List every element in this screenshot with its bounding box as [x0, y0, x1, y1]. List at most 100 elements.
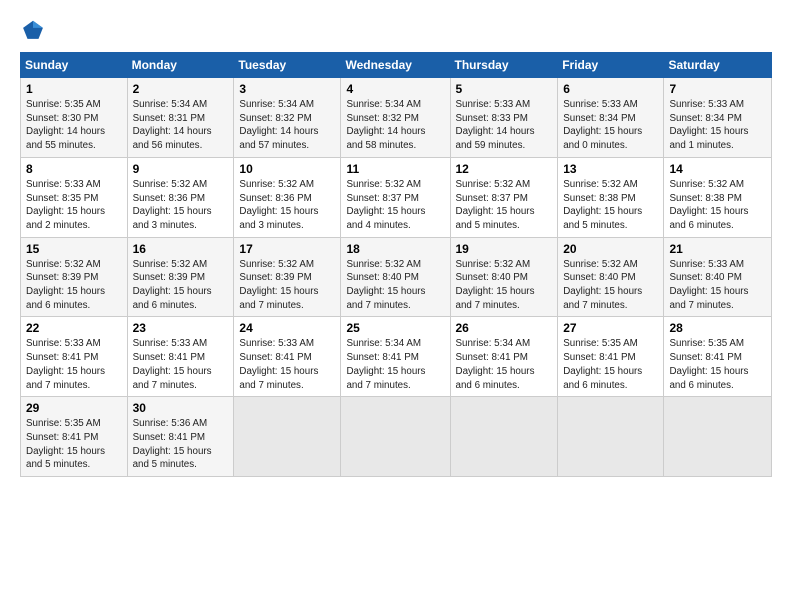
day-number: 15: [26, 242, 122, 256]
day-number: 19: [456, 242, 553, 256]
day-number: 24: [239, 321, 335, 335]
calendar-week-row: 29 Sunrise: 5:35 AMSunset: 8:41 PMDayligh…: [21, 397, 772, 477]
day-number: 18: [346, 242, 444, 256]
day-info: Sunrise: 5:35 AMSunset: 8:41 PMDaylight:…: [563, 337, 658, 392]
table-row: 24 Sunrise: 5:33 AMSunset: 8:41 PMDayligh…: [234, 317, 341, 397]
table-row: 26 Sunrise: 5:34 AMSunset: 8:41 PMDayligh…: [450, 317, 558, 397]
day-info: Sunrise: 5:33 AMSunset: 8:34 PMDaylight:…: [669, 98, 766, 153]
day-info: Sunrise: 5:32 AMSunset: 8:39 PMDaylight:…: [239, 258, 335, 313]
table-row: 8 Sunrise: 5:33 AMSunset: 8:35 PMDaylight…: [21, 157, 128, 237]
day-info: Sunrise: 5:32 AMSunset: 8:39 PMDaylight:…: [26, 258, 122, 313]
col-thursday: Thursday: [450, 53, 558, 78]
table-row: 12 Sunrise: 5:32 AMSunset: 8:37 PMDayligh…: [450, 157, 558, 237]
day-info: Sunrise: 5:33 AMSunset: 8:41 PMDaylight:…: [26, 337, 122, 392]
col-saturday: Saturday: [664, 53, 772, 78]
table-row: 3Sunrise: 5:34 AMSunset: 8:32 PMDaylight…: [234, 78, 341, 158]
day-info: Sunrise: 5:35 AMSunset: 8:41 PMDaylight:…: [669, 337, 766, 392]
day-info: Sunrise: 5:33 AMSunset: 8:41 PMDaylight:…: [133, 337, 229, 392]
table-row: 28 Sunrise: 5:35 AMSunset: 8:41 PMDayligh…: [664, 317, 772, 397]
day-number: 21: [669, 242, 766, 256]
day-number: 5: [456, 82, 553, 96]
day-info: Sunrise: 5:34 AMSunset: 8:41 PMDaylight:…: [456, 337, 553, 392]
day-info: Sunrise: 5:32 AMSunset: 8:36 PMDaylight:…: [133, 178, 229, 233]
table-row: 30 Sunrise: 5:36 AMSunset: 8:41 PMDayligh…: [127, 397, 234, 477]
day-info: Sunrise: 5:32 AMSunset: 8:40 PMDaylight:…: [346, 258, 444, 313]
day-number: 25: [346, 321, 444, 335]
day-number: 16: [133, 242, 229, 256]
calendar-week-row: 15 Sunrise: 5:32 AMSunset: 8:39 PMDayligh…: [21, 237, 772, 317]
day-number: 9: [133, 162, 229, 176]
day-number: 23: [133, 321, 229, 335]
day-number: 28: [669, 321, 766, 335]
day-info: Sunrise: 5:32 AMSunset: 8:37 PMDaylight:…: [456, 178, 553, 233]
day-number: 29: [26, 401, 122, 415]
col-wednesday: Wednesday: [341, 53, 450, 78]
day-number: 26: [456, 321, 553, 335]
calendar-week-row: 8 Sunrise: 5:33 AMSunset: 8:35 PMDaylight…: [21, 157, 772, 237]
table-row: [234, 397, 341, 477]
day-number: 8: [26, 162, 122, 176]
table-row: 21Sunrise: 5:33 AMSunset: 8:40 PMDayligh…: [664, 237, 772, 317]
table-row: 10 Sunrise: 5:32 AMSunset: 8:36 PMDayligh…: [234, 157, 341, 237]
table-row: 14 Sunrise: 5:32 AMSunset: 8:38 PMDayligh…: [664, 157, 772, 237]
day-number: 30: [133, 401, 229, 415]
day-number: 4: [346, 82, 444, 96]
col-friday: Friday: [558, 53, 664, 78]
calendar-week-row: 1 Sunrise: 5:35 AMSunset: 8:30 PMDaylight…: [21, 78, 772, 158]
table-row: [664, 397, 772, 477]
table-row: 6 Sunrise: 5:33 AMSunset: 8:34 PMDaylight…: [558, 78, 664, 158]
day-info: Sunrise: 5:35 AMSunset: 8:30 PMDaylight:…: [26, 98, 122, 153]
calendar-week-row: 22 Sunrise: 5:33 AMSunset: 8:41 PMDayligh…: [21, 317, 772, 397]
day-info: Sunrise: 5:32 AMSunset: 8:38 PMDaylight:…: [563, 178, 658, 233]
page: Sunday Monday Tuesday Wednesday Thursday…: [0, 0, 792, 612]
day-info: Sunrise: 5:36 AMSunset: 8:41 PMDaylight:…: [133, 417, 229, 472]
day-number: 12: [456, 162, 553, 176]
day-info: Sunrise: 5:34 AMSunset: 8:41 PMDaylight:…: [346, 337, 444, 392]
day-number: 17: [239, 242, 335, 256]
header: [20, 18, 772, 40]
table-row: 27 Sunrise: 5:35 AMSunset: 8:41 PMDayligh…: [558, 317, 664, 397]
table-row: 22 Sunrise: 5:33 AMSunset: 8:41 PMDayligh…: [21, 317, 128, 397]
day-info: Sunrise: 5:34 AMSunset: 8:31 PMDaylight:…: [133, 98, 229, 153]
day-info: Sunrise: 5:33 AMSunset: 8:33 PMDaylight:…: [456, 98, 553, 153]
table-row: 13Sunrise: 5:32 AMSunset: 8:38 PMDayligh…: [558, 157, 664, 237]
day-info: Sunrise: 5:32 AMSunset: 8:38 PMDaylight:…: [669, 178, 766, 233]
day-number: 11: [346, 162, 444, 176]
day-info: Sunrise: 5:32 AMSunset: 8:40 PMDaylight:…: [563, 258, 658, 313]
day-info: Sunrise: 5:34 AMSunset: 8:32 PMDaylight:…: [239, 98, 335, 153]
day-number: 20: [563, 242, 658, 256]
table-row: 19 Sunrise: 5:32 AMSunset: 8:40 PMDayligh…: [450, 237, 558, 317]
col-sunday: Sunday: [21, 53, 128, 78]
day-number: 14: [669, 162, 766, 176]
day-info: Sunrise: 5:32 AMSunset: 8:40 PMDaylight:…: [456, 258, 553, 313]
day-info: Sunrise: 5:34 AMSunset: 8:32 PMDaylight:…: [346, 98, 444, 153]
day-info: Sunrise: 5:32 AMSunset: 8:39 PMDaylight:…: [133, 258, 229, 313]
day-number: 27: [563, 321, 658, 335]
day-info: Sunrise: 5:33 AMSunset: 8:34 PMDaylight:…: [563, 98, 658, 153]
day-info: Sunrise: 5:35 AMSunset: 8:41 PMDaylight:…: [26, 417, 122, 472]
table-row: 9 Sunrise: 5:32 AMSunset: 8:36 PMDaylight…: [127, 157, 234, 237]
day-number: 22: [26, 321, 122, 335]
day-number: 10: [239, 162, 335, 176]
table-row: [450, 397, 558, 477]
day-info: Sunrise: 5:33 AMSunset: 8:41 PMDaylight:…: [239, 337, 335, 392]
table-row: 23 Sunrise: 5:33 AMSunset: 8:41 PMDayligh…: [127, 317, 234, 397]
table-row: 18 Sunrise: 5:32 AMSunset: 8:40 PMDayligh…: [341, 237, 450, 317]
table-row: [558, 397, 664, 477]
col-tuesday: Tuesday: [234, 53, 341, 78]
day-info: Sunrise: 5:32 AMSunset: 8:37 PMDaylight:…: [346, 178, 444, 233]
day-number: 2: [133, 82, 229, 96]
table-row: 7 Sunrise: 5:33 AMSunset: 8:34 PMDaylight…: [664, 78, 772, 158]
day-info: Sunrise: 5:33 AMSunset: 8:35 PMDaylight:…: [26, 178, 122, 233]
table-row: 11 Sunrise: 5:32 AMSunset: 8:37 PMDayligh…: [341, 157, 450, 237]
day-number: 1: [26, 82, 122, 96]
logo-icon: [22, 18, 44, 40]
logo: [20, 18, 46, 40]
day-number: 6: [563, 82, 658, 96]
day-number: 7: [669, 82, 766, 96]
table-row: 29 Sunrise: 5:35 AMSunset: 8:41 PMDayligh…: [21, 397, 128, 477]
day-info: Sunrise: 5:32 AMSunset: 8:36 PMDaylight:…: [239, 178, 335, 233]
table-row: 4 Sunrise: 5:34 AMSunset: 8:32 PMDaylight…: [341, 78, 450, 158]
table-row: 2 Sunrise: 5:34 AMSunset: 8:31 PMDaylight…: [127, 78, 234, 158]
calendar-table: Sunday Monday Tuesday Wednesday Thursday…: [20, 52, 772, 477]
